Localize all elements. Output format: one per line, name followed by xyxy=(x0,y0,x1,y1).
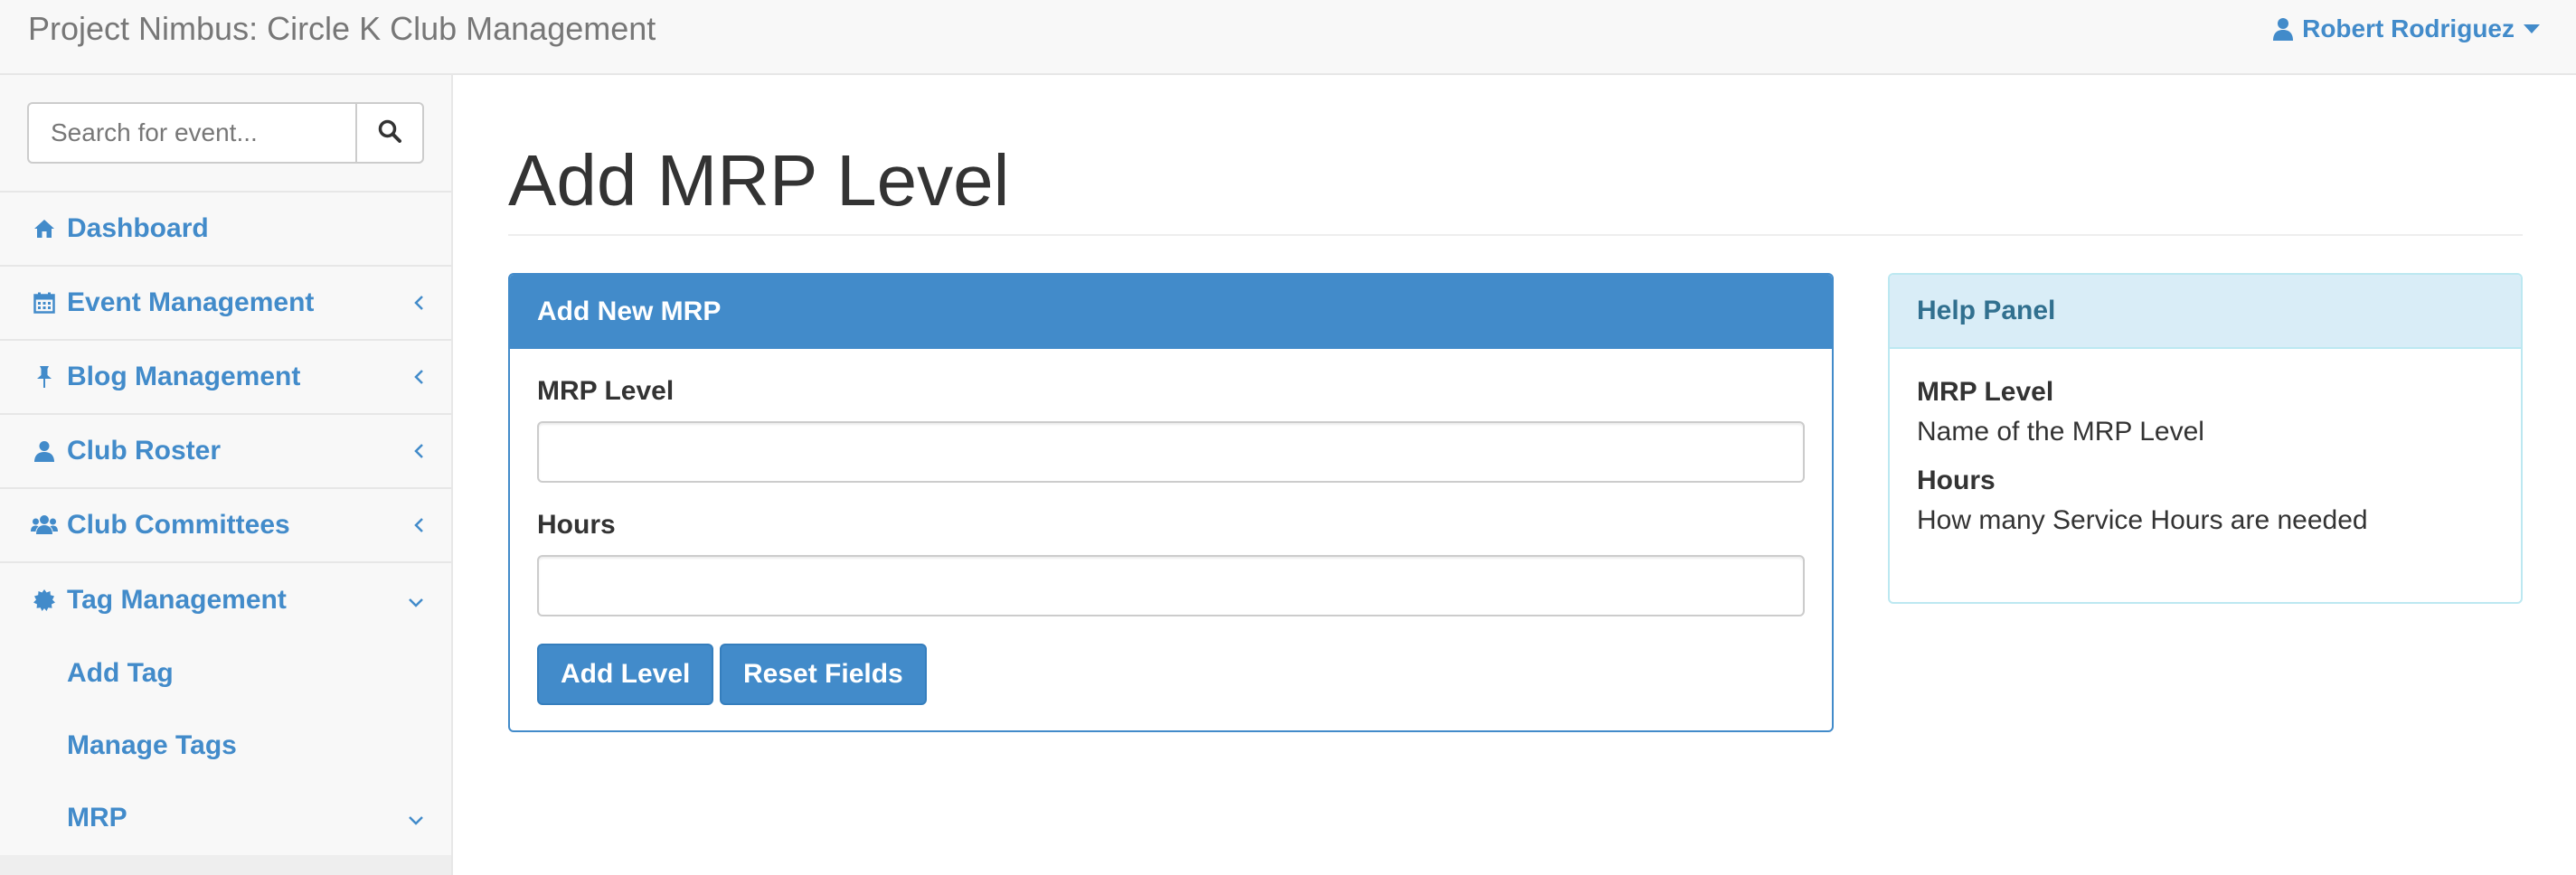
help-description: Name of the MRP Level xyxy=(1917,417,2204,447)
sidebar-item-club-committees[interactable]: Club Committees xyxy=(0,489,451,563)
sidebar-subitem-add-tag[interactable]: Add Tag xyxy=(0,637,451,710)
sidebar-item-dashboard[interactable]: Dashboard xyxy=(0,193,451,267)
add-mrp-panel: Add New MRP MRP Level Hours Add Level Re… xyxy=(508,273,1834,732)
sidebar-item-label: Club Committees xyxy=(67,510,290,540)
chevron-down-icon xyxy=(408,803,424,833)
help-term: MRP Level xyxy=(1917,377,2054,407)
title-divider xyxy=(508,234,2523,236)
help-panel-body: MRP Level Name of the MRP Level Hours Ho… xyxy=(1890,349,2521,573)
user-icon xyxy=(2273,17,2294,41)
user-name: Robert Rodriguez xyxy=(2302,14,2515,42)
mrp-level-input[interactable] xyxy=(537,421,1805,483)
search-button[interactable] xyxy=(355,102,424,164)
calendar-icon xyxy=(31,289,58,316)
hours-label: Hours xyxy=(537,510,616,540)
sidebar-item-label: Tag Management xyxy=(67,585,287,615)
sidebar-subitem-label: MRP xyxy=(67,803,127,833)
sidebar-subitem-manage-tags[interactable]: Manage Tags xyxy=(0,710,451,782)
help-term: Hours xyxy=(1917,466,1996,495)
mrp-level-label: MRP Level xyxy=(537,376,675,406)
caret-down-icon xyxy=(2524,24,2540,34)
chevron-left-icon xyxy=(413,362,424,392)
sidebar-subitem-label: Add Tag xyxy=(67,658,174,688)
help-panel-heading: Help Panel xyxy=(1890,275,2521,349)
search-input[interactable] xyxy=(27,102,357,164)
sidebar-subitem-label: Manage Tags xyxy=(67,730,237,760)
search-icon xyxy=(378,119,401,147)
help-panel: Help Panel MRP Level Name of the MRP Lev… xyxy=(1888,273,2523,604)
sidebar-item-label: Blog Management xyxy=(67,362,301,391)
sidebar: Dashboard Event Management Blog Manageme… xyxy=(0,75,453,875)
hours-input[interactable] xyxy=(537,555,1805,616)
top-navbar: Project Nimbus: Circle K Club Management… xyxy=(0,0,2576,75)
sidebar-search xyxy=(0,75,451,193)
home-icon xyxy=(31,215,58,242)
sidebar-item-label: Dashboard xyxy=(67,213,209,243)
help-description: How many Service Hours are needed xyxy=(1917,505,2368,535)
sidebar-item-event-management[interactable]: Event Management xyxy=(0,267,451,341)
certificate-icon xyxy=(31,587,58,614)
user-icon xyxy=(31,438,58,465)
sidebar-next-item-edge xyxy=(0,855,451,875)
add-mrp-panel-heading: Add New MRP xyxy=(510,275,1832,349)
sidebar-item-label: Event Management xyxy=(67,287,315,317)
pushpin-icon xyxy=(31,363,58,390)
page-title: Add MRP Level xyxy=(508,140,1010,221)
user-menu-dropdown[interactable]: Robert Rodriguez xyxy=(2273,7,2540,51)
sidebar-item-tag-management[interactable]: Tag Management xyxy=(0,563,451,637)
users-icon xyxy=(31,512,58,539)
chevron-down-icon xyxy=(408,585,424,616)
add-level-button[interactable]: Add Level xyxy=(537,644,714,705)
chevron-left-icon xyxy=(413,436,424,466)
chevron-left-icon xyxy=(413,510,424,541)
app-brand[interactable]: Project Nimbus: Circle K Club Management xyxy=(28,7,656,51)
chevron-left-icon xyxy=(413,287,424,318)
reset-fields-button[interactable]: Reset Fields xyxy=(720,644,927,705)
sidebar-item-label: Club Roster xyxy=(67,436,222,466)
sidebar-item-club-roster[interactable]: Club Roster xyxy=(0,415,451,489)
sidebar-subitem-mrp[interactable]: MRP xyxy=(0,782,451,854)
sidebar-item-blog-management[interactable]: Blog Management xyxy=(0,341,451,415)
